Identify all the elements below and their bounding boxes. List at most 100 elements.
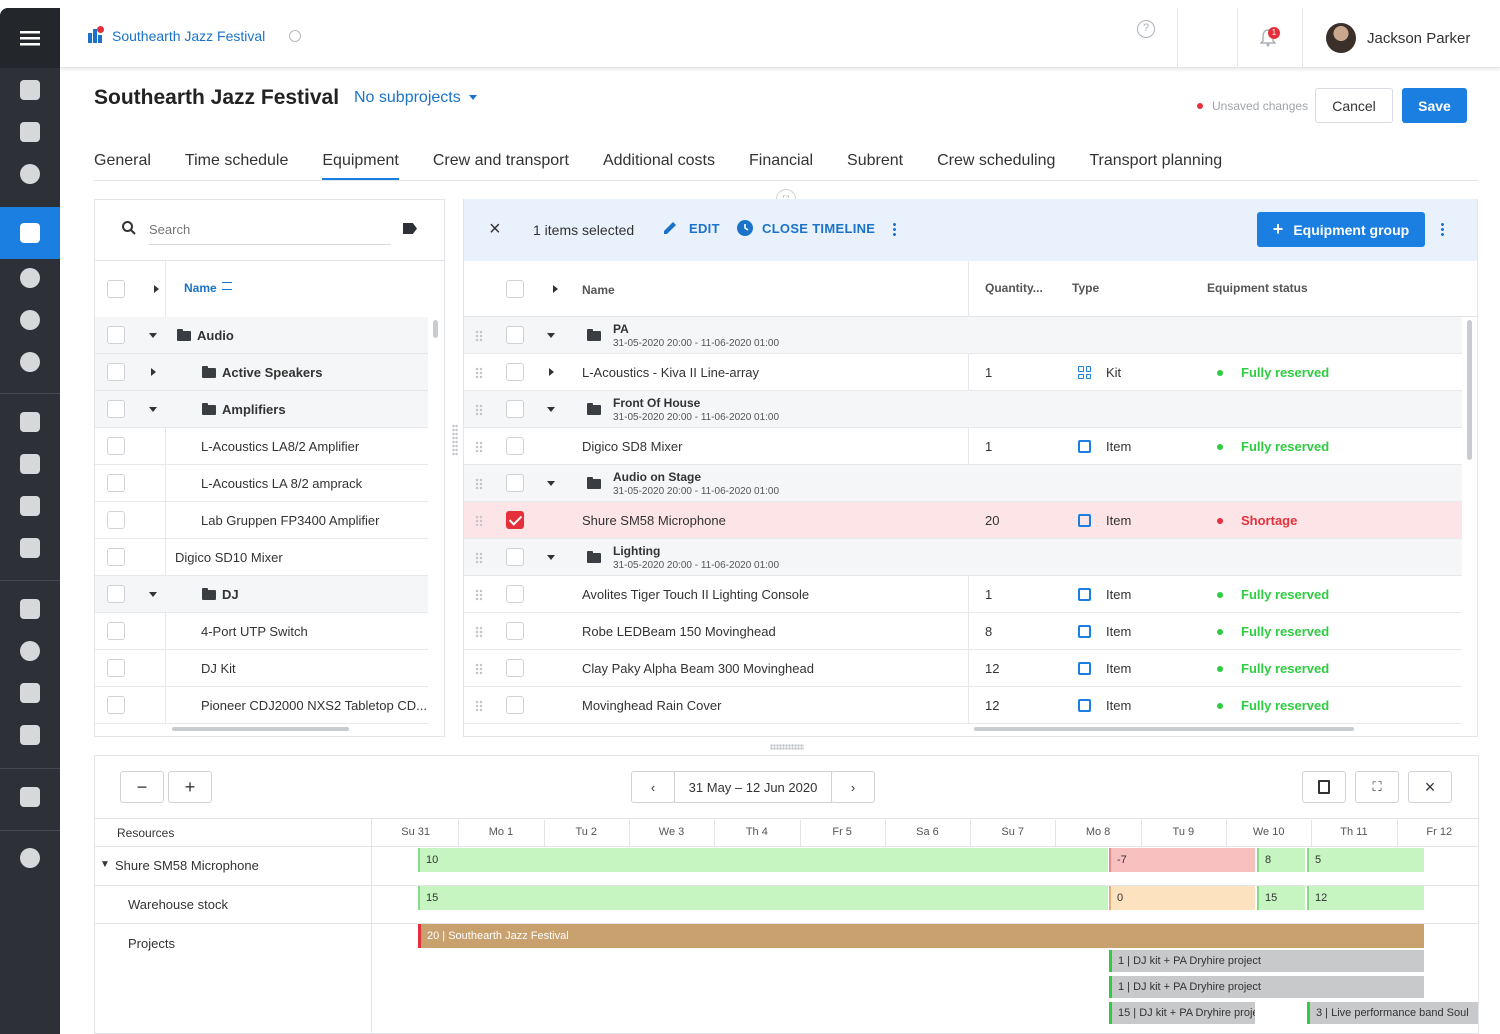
help-icon[interactable]: ?	[1137, 20, 1155, 38]
collapse-icon[interactable]	[547, 481, 555, 486]
stock-bar[interactable]: 15	[418, 886, 1108, 910]
drag-handle-icon[interactable]	[475, 441, 483, 453]
row-checkbox[interactable]	[506, 474, 524, 492]
sidebar-item-transport[interactable]	[0, 527, 60, 569]
collapse-icon[interactable]	[149, 592, 157, 597]
project-bar[interactable]: 1 | DJ kit + PA Dryhire project	[1109, 950, 1424, 972]
tab-crew-scheduling[interactable]: Crew scheduling	[937, 152, 1055, 180]
collapse-resource-icon[interactable]: ▼	[100, 859, 110, 870]
sidebar-item-time[interactable]	[0, 630, 60, 672]
row-checkbox[interactable]	[107, 659, 125, 677]
drag-handle-icon[interactable]	[475, 626, 483, 638]
sidebar-item-contacts[interactable]	[0, 257, 60, 299]
map-view-button[interactable]	[1302, 771, 1346, 803]
sidebar-item-dashboard[interactable]	[0, 69, 60, 111]
drag-handle-icon[interactable]	[475, 700, 483, 712]
close-timeline-panel-button[interactable]: ×	[1408, 771, 1452, 803]
row-checkbox[interactable]	[107, 474, 125, 492]
row-checkbox[interactable]	[506, 548, 524, 566]
drag-handle-icon[interactable]	[475, 552, 483, 564]
expand-icon[interactable]	[151, 368, 156, 376]
row-checkbox[interactable]	[107, 511, 125, 529]
row-checkbox[interactable]	[107, 326, 125, 344]
row-checkbox[interactable]	[107, 696, 125, 714]
expand-icon[interactable]	[549, 368, 554, 376]
project-bar[interactable]: 1 | DJ kit + PA Dryhire project	[1109, 976, 1424, 998]
availability-bar[interactable]: 5	[1307, 848, 1424, 872]
sidebar-item-users[interactable]	[0, 485, 60, 527]
sidebar-item-messages[interactable]	[0, 776, 60, 818]
drag-handle-icon[interactable]	[475, 663, 483, 675]
tree-row[interactable]	[95, 650, 428, 687]
table-horizontal-scrollbar[interactable]	[974, 727, 1354, 731]
name-column-header[interactable]: Name	[582, 283, 615, 297]
sidebar-item-finance[interactable]	[0, 341, 60, 383]
collapse-icon[interactable]	[149, 333, 157, 338]
row-checkbox[interactable]	[506, 696, 524, 714]
drag-handle-icon[interactable]	[475, 589, 483, 601]
row-checkbox[interactable]	[107, 363, 125, 381]
collapse-icon[interactable]	[149, 407, 157, 412]
type-column-header[interactable]: Type	[1072, 281, 1099, 295]
sidebar-item-equipment[interactable]	[0, 153, 60, 195]
toolbar-more-icon[interactable]	[893, 222, 896, 236]
tab-additional-costs[interactable]: Additional costs	[603, 152, 715, 180]
collapse-icon[interactable]	[547, 333, 555, 338]
tab-general[interactable]: General	[94, 152, 151, 180]
menu-button[interactable]	[0, 8, 60, 68]
zoom-out-button[interactable]: −	[120, 771, 164, 803]
row-checkbox[interactable]	[506, 363, 524, 381]
sidebar-item-rental[interactable]	[0, 299, 60, 341]
sidebar-item-reports[interactable]	[0, 714, 60, 756]
row-checkbox[interactable]	[506, 659, 524, 677]
drag-handle-icon[interactable]	[475, 330, 483, 342]
fullscreen-button[interactable]: ⛶	[1355, 771, 1399, 803]
project-breadcrumb[interactable]: Southearth Jazz Festival	[88, 26, 302, 44]
row-checkbox[interactable]	[107, 400, 125, 418]
tree-horizontal-scrollbar[interactable]	[172, 727, 349, 731]
tab-transport-planning[interactable]: Transport planning	[1089, 152, 1222, 180]
select-all-checkbox[interactable]	[506, 280, 524, 298]
stock-bar[interactable]: 15	[1257, 886, 1305, 910]
drag-handle-icon[interactable]	[475, 515, 483, 527]
project-bar[interactable]: 15 | DJ kit + PA Dryhire project	[1109, 1002, 1255, 1024]
tree-row[interactable]	[95, 317, 428, 354]
drag-handle-icon[interactable]	[475, 404, 483, 416]
row-checkbox[interactable]	[107, 585, 125, 603]
collapse-icon[interactable]	[547, 555, 555, 560]
sidebar-item-settings[interactable]	[0, 837, 60, 879]
quantity-value[interactable]: 1	[985, 439, 992, 454]
row-checkbox[interactable]	[506, 400, 524, 418]
row-checkbox[interactable]	[506, 511, 524, 529]
stock-bar[interactable]: 12	[1307, 886, 1424, 910]
next-range-button[interactable]: ›	[831, 771, 875, 803]
row-checkbox[interactable]	[506, 326, 524, 344]
tab-financial[interactable]: Financial	[749, 152, 813, 180]
row-checkbox[interactable]	[107, 437, 125, 455]
tab-equipment[interactable]: Equipment	[322, 152, 399, 180]
stock-bar[interactable]: 0	[1109, 886, 1255, 910]
quantity-value[interactable]: 8	[985, 624, 992, 639]
drag-handle-icon[interactable]	[475, 478, 483, 490]
cancel-button[interactable]: Cancel	[1315, 88, 1393, 123]
availability-bar[interactable]: 10	[418, 848, 1108, 872]
sidebar-item-maintenance[interactable]	[0, 672, 60, 714]
save-button[interactable]: Save	[1402, 88, 1467, 123]
table-vertical-scrollbar[interactable]	[1467, 320, 1472, 460]
expand-all-icon[interactable]	[154, 285, 159, 293]
tab-subrent[interactable]: Subrent	[847, 152, 903, 180]
edit-button[interactable]: EDIT	[662, 220, 720, 236]
collapse-icon[interactable]	[547, 407, 555, 412]
quantity-column-header[interactable]: Quantity...	[985, 281, 1043, 295]
date-range-display[interactable]: 31 May – 12 Jun 2020	[674, 771, 832, 803]
previous-range-button[interactable]: ‹	[631, 771, 675, 803]
row-checkbox[interactable]	[107, 622, 125, 640]
sidebar-item-tasks[interactable]	[0, 588, 60, 630]
name-column-header[interactable]: Name	[184, 281, 217, 295]
availability-bar[interactable]: 8	[1257, 848, 1305, 872]
select-all-checkbox[interactable]	[107, 280, 125, 298]
row-checkbox[interactable]	[506, 622, 524, 640]
quantity-value[interactable]: 12	[985, 698, 999, 713]
sidebar-item-calendar[interactable]	[0, 111, 60, 153]
quantity-value[interactable]: 1	[985, 365, 992, 380]
